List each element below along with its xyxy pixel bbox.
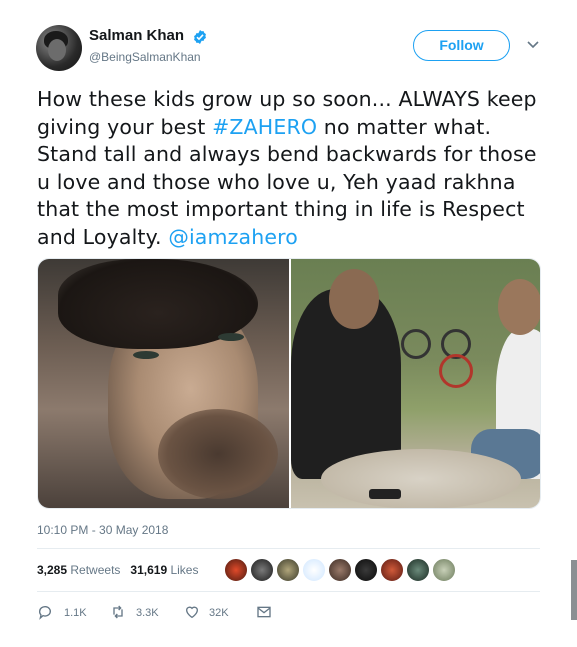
- avatar[interactable]: [36, 25, 82, 71]
- liker-avatar[interactable]: [276, 558, 300, 582]
- retweet-count: 3.3K: [136, 607, 159, 619]
- divider: [37, 591, 540, 592]
- retweet-icon: [113, 605, 123, 619]
- liker-avatar[interactable]: [302, 558, 326, 582]
- liker-avatar[interactable]: [432, 558, 456, 582]
- liker-avatar[interactable]: [354, 558, 378, 582]
- heart-icon: [185, 606, 199, 619]
- likes-label[interactable]: Likes: [170, 563, 198, 577]
- photo-portrait[interactable]: [38, 259, 289, 508]
- hashtag-link[interactable]: #ZAHERO: [212, 115, 317, 139]
- tweet-text: How these kids grow up so soon... ALWAYS…: [37, 86, 547, 251]
- user-handle[interactable]: @BeingSalmanKhan: [89, 50, 201, 64]
- liker-avatar[interactable]: [380, 558, 404, 582]
- chevron-down-icon[interactable]: [527, 41, 539, 49]
- like-button[interactable]: 32K: [184, 604, 244, 622]
- direct-message-button[interactable]: [256, 604, 276, 622]
- liker-avatar[interactable]: [406, 558, 430, 582]
- user-name[interactable]: Salman Khan: [89, 27, 184, 44]
- liker-avatar[interactable]: [250, 558, 274, 582]
- verified-badge-icon: [194, 30, 206, 44]
- retweet-button[interactable]: 3.3K: [109, 604, 169, 622]
- mail-icon: [257, 606, 271, 618]
- tweet-timestamp[interactable]: 10:10 PM - 30 May 2018: [37, 523, 168, 537]
- retweets-label[interactable]: Retweets: [70, 563, 120, 577]
- photo-outdoor[interactable]: [291, 259, 540, 508]
- tweet-media: [37, 258, 541, 509]
- reply-button[interactable]: 1.1K: [37, 604, 97, 622]
- reply-icon: [38, 606, 51, 620]
- follow-button[interactable]: Follow: [413, 30, 510, 61]
- scrollbar[interactable]: [571, 560, 577, 620]
- like-count: 32K: [209, 607, 229, 619]
- liker-avatar[interactable]: [224, 558, 248, 582]
- likes-count[interactable]: 31,619: [130, 563, 167, 577]
- retweets-count[interactable]: 3,285: [37, 563, 67, 577]
- mention-link[interactable]: @iamzahero: [168, 225, 298, 249]
- tweet-stats: 3,285 Retweets 31,619 Likes: [37, 563, 198, 577]
- divider: [37, 548, 540, 549]
- liker-avatar[interactable]: [328, 558, 352, 582]
- reply-count: 1.1K: [64, 607, 87, 619]
